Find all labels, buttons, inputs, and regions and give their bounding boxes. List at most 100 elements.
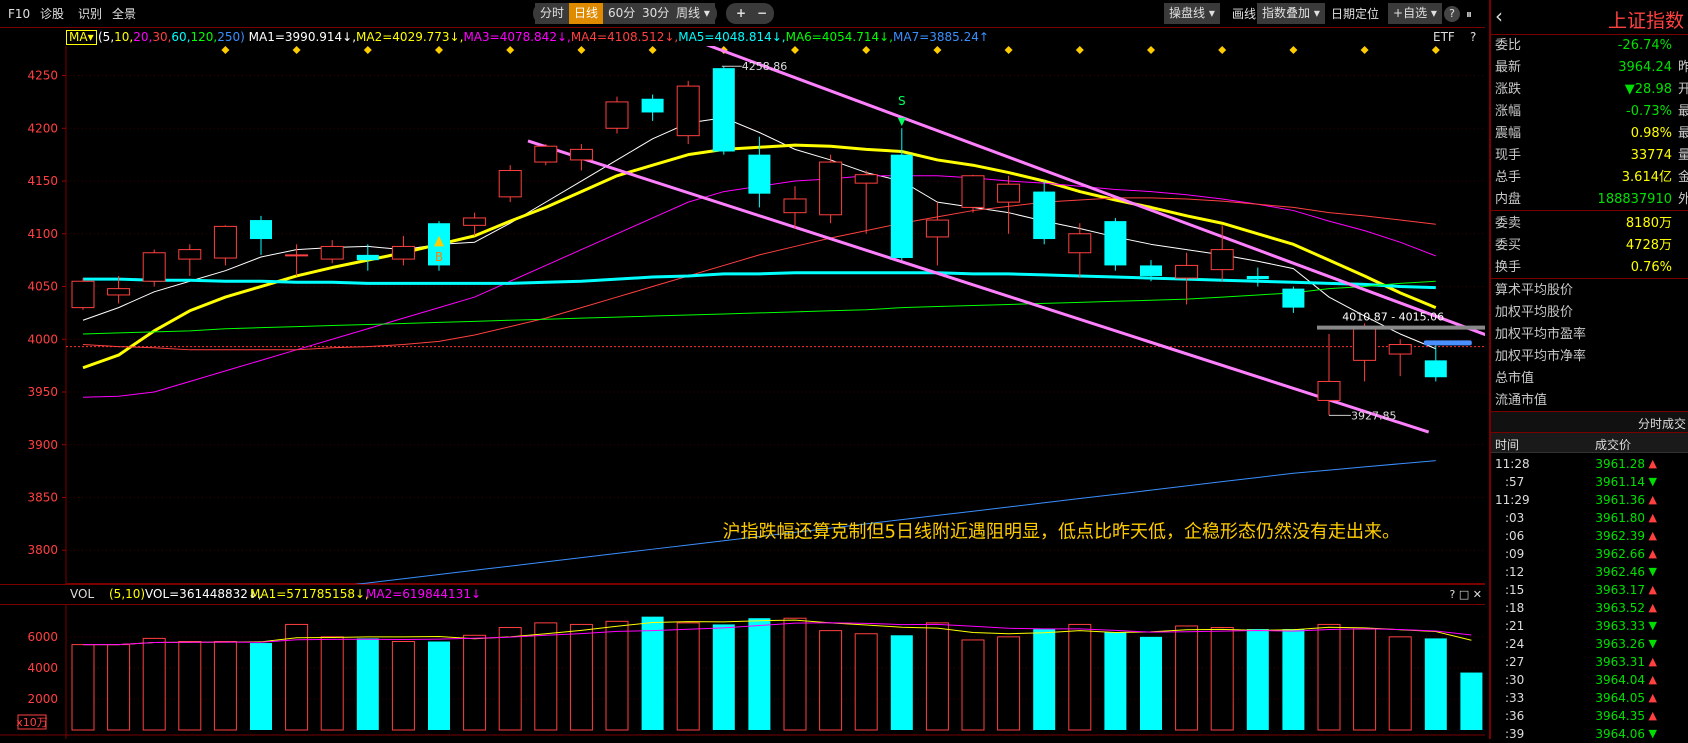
tick-price: 3961.80	[1595, 511, 1645, 525]
f10-button[interactable]: F10	[8, 5, 30, 23]
stat-label: 加权平均股价	[1495, 305, 1574, 320]
panorama-button[interactable]: 全景	[112, 5, 136, 23]
candle-body	[1246, 275, 1269, 280]
tick-row: :06 3962.39 ▲	[1491, 527, 1688, 545]
tick-price: 3964.05	[1595, 691, 1645, 705]
candle-body	[1317, 380, 1341, 401]
candle-body	[250, 220, 272, 240]
low-label: 3927.85	[1351, 409, 1397, 422]
tab-weekly[interactable]: 周线 ▾	[671, 3, 715, 24]
tick-direction-icon: ▼	[1648, 565, 1657, 578]
y-tick-label: 3900	[27, 438, 58, 452]
candle-body	[285, 254, 309, 257]
candle-body	[1388, 344, 1412, 355]
quote-label: 委比	[1495, 38, 1522, 53]
chevron-down-icon: ▾	[87, 30, 94, 44]
zoom-out-button[interactable]: −	[752, 3, 772, 24]
quote-panel: ‹ 上证指数 委比 -26.74% 最新 3964.24 昨 涨跌 ▼28.98…	[1489, 0, 1688, 741]
ma5-value: MA5=4048.814↓,	[678, 30, 786, 44]
candle-body	[178, 249, 202, 260]
tick-time: :18	[1505, 601, 1525, 615]
volume-bar	[854, 633, 878, 731]
watchlist-dropdown[interactable]: +自选 ▾	[1388, 3, 1442, 24]
ma3-value: MA3=4078.842↓,	[463, 30, 571, 44]
volume-bar	[997, 636, 1021, 731]
tick-price: 3961.28	[1595, 457, 1645, 471]
y-tick-label: 3800	[27, 543, 58, 557]
analysis-comment: 沪指跌幅还算克制但5日线附近遇阻明显，低点比昨天低，企稳形态仍然没有走出来。	[723, 522, 1400, 543]
current-price-marker	[1423, 340, 1472, 346]
draw-line-button[interactable]: 画线	[1232, 5, 1256, 23]
buy-marker: B	[435, 250, 443, 264]
operation-line-label: 操盘线	[1169, 6, 1206, 20]
volume-bar	[641, 616, 664, 730]
quote-label: 涨幅	[1495, 104, 1522, 119]
quote-value: 0.98%	[1630, 126, 1672, 141]
ma-param-60: 60,	[171, 30, 191, 44]
operation-line-dropdown[interactable]: 操盘线 ▾	[1164, 3, 1220, 24]
y-tick-label: 4000	[27, 332, 58, 346]
date-locate-button[interactable]: 日期定位	[1331, 5, 1379, 23]
quote-row: 内盘 188837910 外	[1491, 189, 1688, 211]
candlestick-chart[interactable]: 4250 4200 4150 4100 4050 4000 3950 3900 3850 3800…	[0, 46, 1485, 584]
volume-chart[interactable]: VOL (5,10) VOL=361448832↓,MA1=571785158↓,M…	[0, 584, 1485, 739]
quote-value: -26.74%	[1617, 38, 1672, 53]
tick-time: 11:29	[1495, 493, 1530, 507]
sell-marker: S	[898, 94, 906, 108]
ma7-value: MA7=3885.24↑	[893, 30, 989, 44]
volume-bar	[320, 636, 344, 731]
tick-time: :27	[1505, 655, 1525, 669]
stat-row: 加权平均股价	[1491, 302, 1688, 324]
zoom-in-button[interactable]: +	[731, 3, 751, 24]
tab-daily[interactable]: 日线	[569, 3, 604, 24]
quote-row: 委比 -26.74%	[1491, 35, 1688, 57]
tab-intraday[interactable]: 分时	[535, 3, 570, 24]
volume-bar	[783, 617, 807, 731]
candle-body	[1282, 288, 1305, 308]
tick-direction-icon: ▼	[1648, 727, 1657, 740]
tick-price: 3964.06	[1595, 727, 1645, 741]
ma-selector[interactable]: MA▾	[66, 30, 97, 45]
stat-row: 算术平均股价	[1491, 280, 1688, 302]
ticks-header-time: 时间	[1495, 438, 1520, 452]
quote-row: 委买 4728万	[1491, 235, 1688, 257]
ma-help-icon[interactable]: ?	[1470, 28, 1476, 46]
candle-body	[213, 225, 237, 259]
candle-body	[712, 68, 735, 152]
back-arrow-icon[interactable]: ‹	[1495, 4, 1503, 28]
volume-selector[interactable]: VOL	[70, 587, 94, 601]
collapse-panel-icon[interactable]: ⏸	[1466, 5, 1472, 23]
ma-indicator-bar: MA▾ (5,10,20,30,60,120,250) MA1=3990.914…	[0, 28, 1485, 46]
diagnose-button[interactable]: 诊股	[40, 5, 64, 23]
quote-label: 委卖	[1495, 216, 1522, 231]
tab-30min[interactable]: 30分	[637, 3, 675, 24]
volume-ma1: MA1=571785158↓,	[250, 587, 369, 601]
candle-body	[890, 154, 913, 259]
quote-value: ▼28.98	[1624, 82, 1672, 97]
chart-background	[0, 46, 1485, 584]
stat-row: 流通市值	[1491, 390, 1688, 412]
volume-bar	[250, 643, 272, 730]
volume-bar	[463, 634, 487, 731]
volume-bar	[1317, 623, 1341, 731]
tick-row: 11:28 3961.28 ▲	[1491, 455, 1688, 473]
high-label: 4258.86	[742, 60, 788, 73]
help-icon[interactable]: ?	[1444, 6, 1460, 22]
volume-bar	[356, 638, 379, 730]
ma1-value: MA1=3990.914↓,	[248, 30, 357, 44]
volume-bar	[748, 618, 771, 730]
quote-label: 总手	[1495, 170, 1522, 185]
candle-body	[498, 169, 522, 198]
tick-direction-icon: ▲	[1648, 511, 1657, 524]
index-overlay-dropdown[interactable]: 指数叠加 ▾	[1257, 3, 1325, 24]
etf-label[interactable]: ETF	[1433, 28, 1455, 46]
candle-body	[463, 217, 487, 226]
y-tick-label: 4150	[27, 174, 58, 188]
tab-60min[interactable]: 60分	[603, 3, 641, 24]
volume-bar	[1175, 625, 1199, 731]
range-band	[1317, 325, 1485, 330]
volume-bar	[925, 622, 949, 731]
identify-button[interactable]: 识别	[78, 5, 102, 23]
quote-value: 4728万	[1625, 238, 1672, 253]
volume-controls[interactable]: ? □ ✕	[1450, 588, 1482, 601]
